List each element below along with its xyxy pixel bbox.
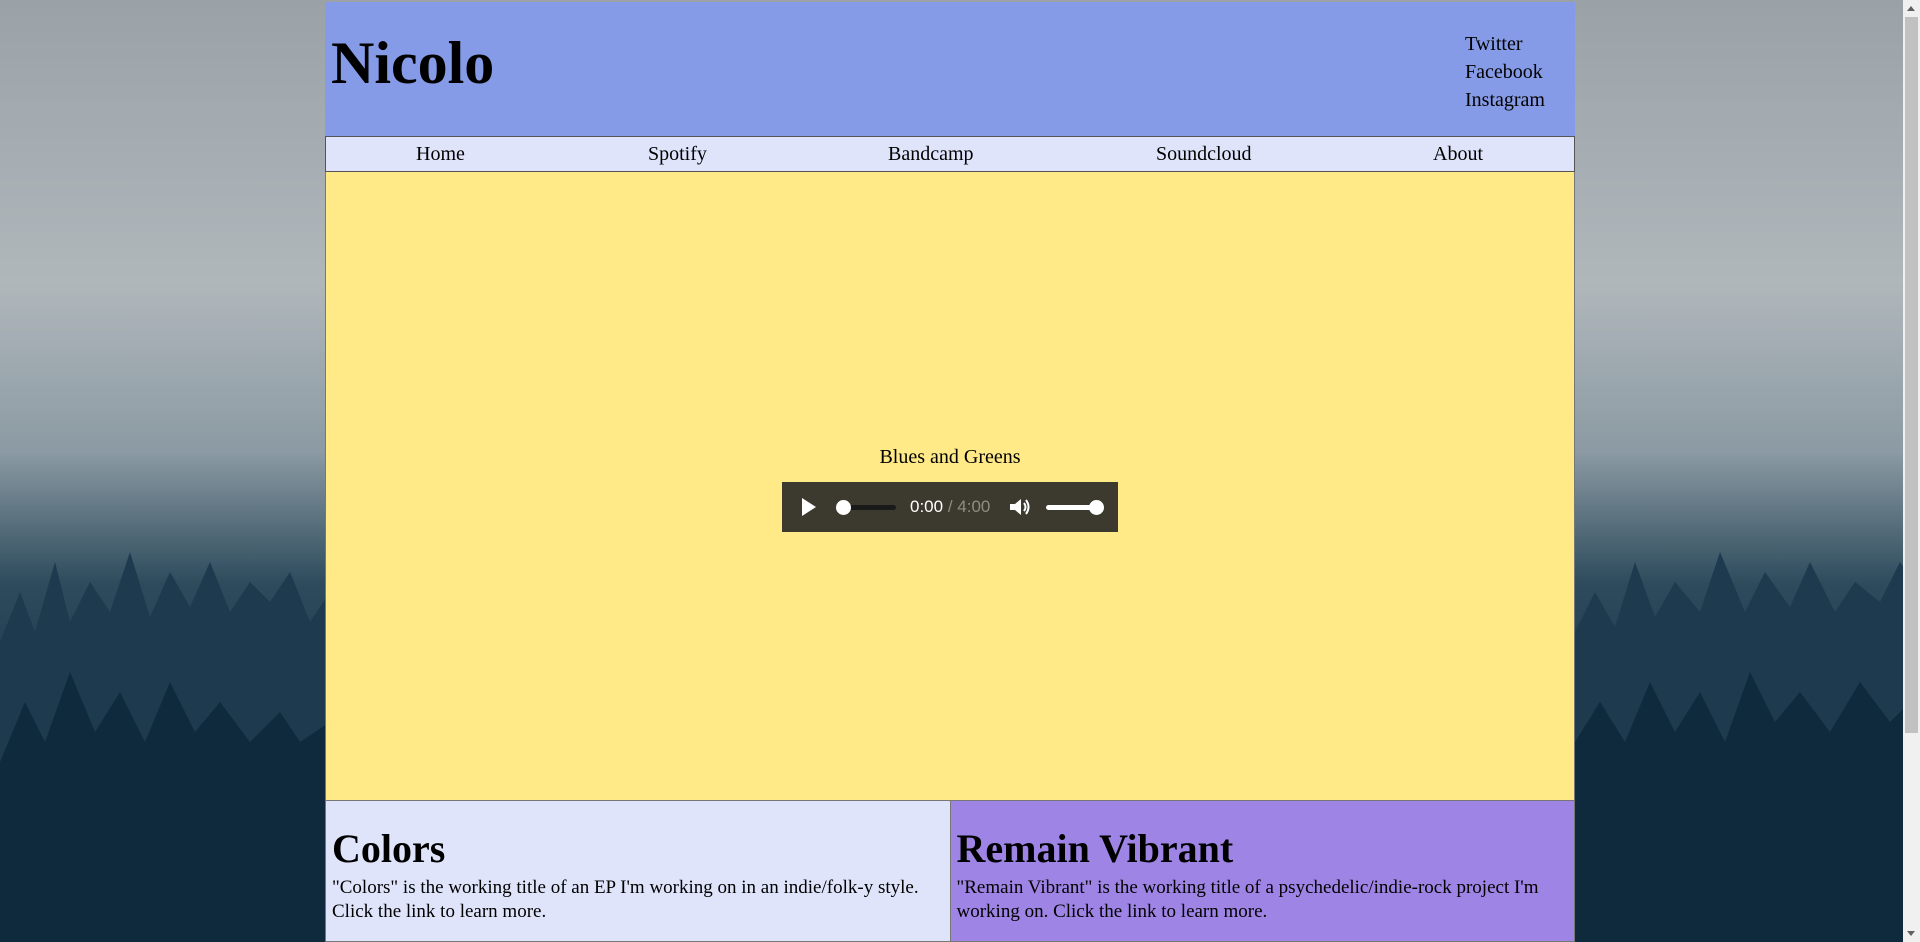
site-title: Nicolo bbox=[331, 30, 495, 96]
card-title[interactable]: Remain Vibrant bbox=[957, 827, 1569, 871]
nav-home[interactable]: Home bbox=[416, 136, 465, 172]
scroll-thumb[interactable] bbox=[1905, 17, 1918, 733]
nav-spotify[interactable]: Spotify bbox=[648, 136, 707, 172]
site-header: Nicolo Twitter Facebook Instagram bbox=[325, 2, 1575, 136]
time-display: 0:00 / 4:00 bbox=[910, 497, 990, 517]
volume-icon[interactable] bbox=[1008, 496, 1032, 518]
volume-slider[interactable] bbox=[1046, 499, 1105, 515]
scroll-up-icon[interactable] bbox=[1907, 6, 1915, 11]
scroll-down-icon[interactable] bbox=[1907, 931, 1915, 936]
play-icon[interactable] bbox=[802, 498, 816, 516]
seek-bar[interactable] bbox=[836, 499, 896, 515]
audio-player: 0:00 / 4:00 bbox=[782, 482, 1118, 532]
main-nav: Home Spotify Bandcamp Soundcloud About bbox=[325, 136, 1575, 172]
social-links: Twitter Facebook Instagram bbox=[1465, 30, 1545, 114]
facebook-link[interactable]: Facebook bbox=[1465, 58, 1545, 86]
nav-about[interactable]: About bbox=[1433, 136, 1483, 172]
project-cards: Colors "Colors" is the working title of … bbox=[325, 800, 1575, 942]
card-colors: Colors "Colors" is the working title of … bbox=[325, 800, 951, 942]
nav-bandcamp[interactable]: Bandcamp bbox=[888, 136, 974, 172]
instagram-link[interactable]: Instagram bbox=[1465, 86, 1545, 114]
twitter-link[interactable]: Twitter bbox=[1465, 30, 1545, 58]
current-time: 0:00 bbox=[910, 497, 944, 516]
seek-knob[interactable] bbox=[836, 499, 851, 515]
vertical-scrollbar[interactable] bbox=[1903, 0, 1920, 942]
card-description: "Remain Vibrant" is the working title of… bbox=[956, 877, 1539, 922]
card-remain-vibrant: Remain Vibrant "Remain Vibrant" is the w… bbox=[950, 800, 1575, 942]
card-description: "Colors" is the working title of an EP I… bbox=[332, 877, 919, 922]
main-content: Blues and Greens 0:00 / 4:00 bbox=[325, 172, 1575, 800]
duration: / 4:00 bbox=[947, 497, 991, 516]
track-title: Blues and Greens bbox=[879, 446, 1021, 468]
card-title[interactable]: Colors bbox=[332, 827, 944, 871]
volume-knob[interactable] bbox=[1089, 499, 1105, 515]
page-container: Nicolo Twitter Facebook Instagram Home S… bbox=[325, 2, 1575, 942]
nav-soundcloud[interactable]: Soundcloud bbox=[1156, 136, 1252, 172]
